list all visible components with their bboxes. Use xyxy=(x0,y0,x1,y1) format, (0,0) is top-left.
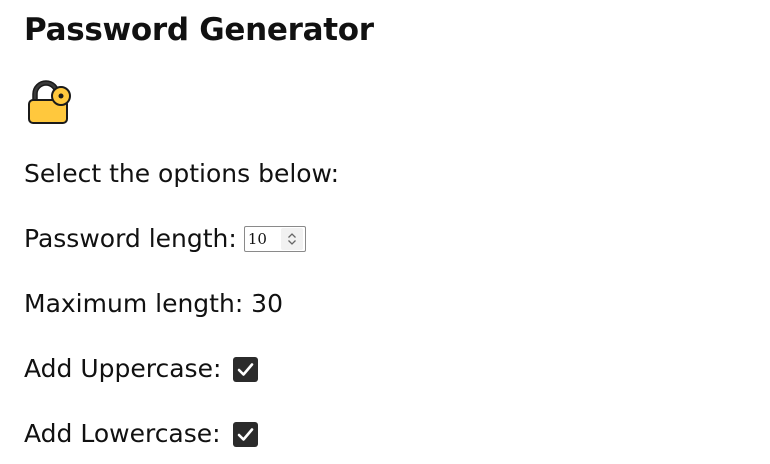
lowercase-row: Add Lowercase: xyxy=(24,419,258,449)
uppercase-label: Add Uppercase: xyxy=(24,354,222,383)
lowercase-label: Add Lowercase: xyxy=(24,419,221,448)
checkmark-icon xyxy=(237,427,253,441)
page-title: Password Generator xyxy=(24,12,374,48)
checkmark-icon xyxy=(238,362,254,376)
intro-text: Select the options below: xyxy=(24,159,340,188)
lowercase-checkbox[interactable] xyxy=(232,421,258,447)
maximum-length-text: Maximum length: 30 xyxy=(24,289,283,318)
chevron-up-icon[interactable] xyxy=(287,232,297,239)
password-length-input[interactable]: 10 xyxy=(243,226,306,252)
uppercase-checkbox[interactable] xyxy=(233,356,259,382)
password-length-spinner[interactable] xyxy=(280,228,303,250)
password-length-label: Password length: xyxy=(24,224,237,253)
password-length-row: Password length: 10 xyxy=(24,224,306,254)
lock-icon xyxy=(26,80,74,126)
uppercase-row: Add Uppercase: xyxy=(24,354,259,384)
password-length-value: 10 xyxy=(247,230,267,248)
chevron-down-icon[interactable] xyxy=(287,239,297,246)
